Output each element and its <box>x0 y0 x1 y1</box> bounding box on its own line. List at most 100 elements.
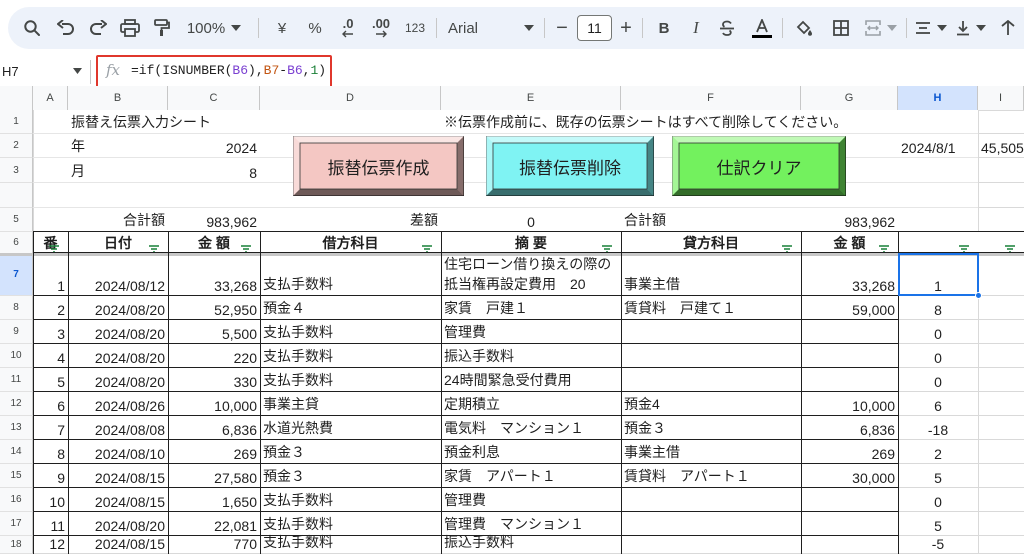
column-header-a[interactable]: A <box>33 86 68 110</box>
row-number[interactable]: 7 <box>33 416 68 440</box>
sheet-title[interactable]: 振替え伝票入力シート <box>68 110 260 134</box>
month-label[interactable]: 月 <box>68 158 168 183</box>
row-header[interactable]: 11 <box>0 368 33 392</box>
total-right-value[interactable]: 983,962 <box>801 208 898 232</box>
row-amount-credit[interactable]: 10,000 <box>801 392 898 416</box>
italic-button[interactable]: I <box>686 16 706 40</box>
row-date[interactable]: 2024/08/20 <box>68 320 168 344</box>
row-h-value[interactable]: 0 <box>898 368 978 392</box>
row-memo[interactable]: 電気料 マンション１ <box>441 416 621 440</box>
h2-date-value[interactable]: 2024/8/1 <box>898 134 978 158</box>
row-amount-debit[interactable]: 33,268 <box>168 254 260 296</box>
decrease-decimal-button[interactable]: .0 <box>334 16 362 40</box>
row-memo[interactable]: 管理費 <box>441 320 621 344</box>
row-memo[interactable]: 預金利息 <box>441 440 621 464</box>
row-header[interactable]: 1 <box>0 110 33 134</box>
font-family-select[interactable]: Arial <box>448 16 534 40</box>
row-h-value[interactable]: -18 <box>898 416 978 440</box>
row-debit-account[interactable]: 支払手数料 <box>260 488 441 512</box>
row-amount-credit[interactable] <box>801 488 898 512</box>
filter-icon[interactable] <box>48 239 60 253</box>
row-credit-account[interactable] <box>621 368 801 392</box>
row-header[interactable]: 16 <box>0 488 33 512</box>
row-credit-account[interactable] <box>621 320 801 344</box>
row-date[interactable]: 2024/08/12 <box>68 254 168 296</box>
row-credit-account[interactable]: 賃貸料 戸建て１ <box>621 296 801 320</box>
row-credit-account[interactable] <box>621 488 801 512</box>
table-header-credit[interactable]: 貸方科目 <box>621 232 801 254</box>
column-header-h[interactable]: H <box>898 86 978 110</box>
row-amount-credit[interactable] <box>801 320 898 344</box>
bold-button[interactable]: B <box>654 16 674 40</box>
selected-cell-h7[interactable] <box>898 253 979 296</box>
row-header[interactable]: 12 <box>0 392 33 416</box>
percent-format-button[interactable]: % <box>303 16 327 40</box>
row-header[interactable]: 18 <box>0 536 33 554</box>
print-icon[interactable] <box>118 16 142 40</box>
row-credit-account[interactable]: 賃貸料 アパート１ <box>621 464 801 488</box>
row-h-value[interactable]: 0 <box>898 488 978 512</box>
decrease-font-size-button[interactable]: − <box>554 16 570 40</box>
row-header[interactable]: 9 <box>0 320 33 344</box>
row-memo[interactable]: 家賃 戸建１ <box>441 296 621 320</box>
row-header[interactable]: 15 <box>0 464 33 488</box>
row-amount-debit[interactable]: 1,650 <box>168 488 260 512</box>
row-number[interactable]: 6 <box>33 392 68 416</box>
row-header[interactable] <box>0 183 33 208</box>
i2-serial-value[interactable]: 45,505 <box>978 134 1024 158</box>
row-debit-account[interactable]: 水道光熱費 <box>260 416 441 440</box>
row-h-value[interactable]: 5 <box>898 464 978 488</box>
total-label-right[interactable]: 合計額 <box>621 208 801 232</box>
undo-icon[interactable] <box>54 16 78 40</box>
search-menus-icon[interactable] <box>20 16 44 40</box>
row-memo[interactable]: 24時間緊急受付費用 <box>441 368 621 392</box>
vertical-align-icon[interactable] <box>954 16 988 40</box>
increase-font-size-button[interactable]: + <box>618 16 634 40</box>
row-header[interactable]: 10 <box>0 344 33 368</box>
select-all-corner[interactable] <box>0 86 33 110</box>
month-value[interactable]: 8 <box>168 158 260 183</box>
row-credit-account[interactable]: 預金4 <box>621 392 801 416</box>
row-memo[interactable]: 定期積立 <box>441 392 621 416</box>
row-amount-credit[interactable]: 33,268 <box>801 254 898 296</box>
row-credit-account[interactable]: 事業主借 <box>621 440 801 464</box>
row-amount-debit[interactable]: 10,000 <box>168 392 260 416</box>
total-left-value[interactable]: 983,962 <box>168 208 260 232</box>
row-amount-credit[interactable] <box>801 344 898 368</box>
row-memo[interactable]: 家賃 アパート１ <box>441 464 621 488</box>
row-debit-account[interactable]: 支払手数料 <box>260 368 441 392</box>
row-header[interactable]: 3 <box>0 158 33 183</box>
row-number[interactable]: 3 <box>33 320 68 344</box>
row-date[interactable]: 2024/08/08 <box>68 416 168 440</box>
year-value[interactable]: 2024 <box>168 134 260 158</box>
name-box-dropdown-icon[interactable] <box>73 68 82 74</box>
row-number[interactable]: 2 <box>33 296 68 320</box>
row-memo[interactable]: 管理費 <box>441 488 621 512</box>
row-header[interactable]: 14 <box>0 440 33 464</box>
row-h-value[interactable]: -5 <box>898 536 978 554</box>
row-debit-account[interactable]: 支払手数料 <box>260 254 441 296</box>
row-date[interactable]: 2024/08/20 <box>68 512 168 536</box>
column-header-i[interactable]: I <box>978 86 1024 110</box>
redo-icon[interactable] <box>86 16 110 40</box>
row-amount-credit[interactable]: 6,836 <box>801 416 898 440</box>
row-amount-debit[interactable]: 220 <box>168 344 260 368</box>
text-wrap-icon[interactable] <box>996 16 1020 40</box>
row-number[interactable]: 10 <box>33 488 68 512</box>
column-header-d[interactable]: D <box>260 86 441 110</box>
filter-icon[interactable] <box>1004 239 1016 253</box>
row-date[interactable]: 2024/08/20 <box>68 296 168 320</box>
fill-handle[interactable] <box>975 292 982 299</box>
filter-icon[interactable] <box>421 239 433 253</box>
row-date[interactable]: 2024/08/26 <box>68 392 168 416</box>
row-date[interactable]: 2024/08/10 <box>68 440 168 464</box>
text-color-icon[interactable] <box>750 16 774 40</box>
row-amount-credit[interactable]: 59,000 <box>801 296 898 320</box>
row-amount-debit[interactable]: 5,500 <box>168 320 260 344</box>
row-memo[interactable]: 振込手数料 <box>441 534 621 554</box>
fill-color-icon[interactable] <box>792 16 816 40</box>
row-debit-account[interactable]: 預金３ <box>260 440 441 464</box>
filter-icon[interactable] <box>781 239 793 253</box>
increase-decimal-button[interactable]: .00 <box>366 16 396 40</box>
row-amount-debit[interactable]: 22,081 <box>168 512 260 536</box>
